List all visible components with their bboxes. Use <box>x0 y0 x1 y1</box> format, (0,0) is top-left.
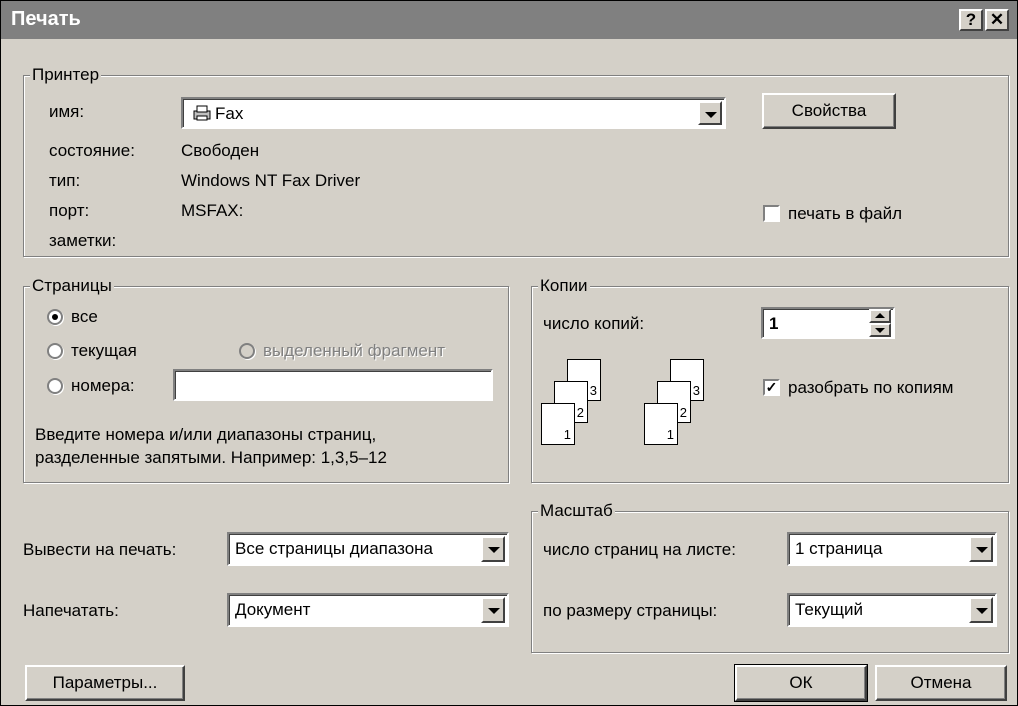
copies-count-value: 1 <box>769 314 779 333</box>
pages-numbers-label[interactable]: номера: <box>71 376 135 396</box>
pages-all-radio[interactable] <box>47 309 63 325</box>
pages-current-radio[interactable] <box>47 343 63 359</box>
printer-type-value: Windows NT Fax Driver <box>181 171 361 190</box>
print-value: Документ <box>235 600 311 619</box>
printer-name-combo[interactable]: Fax <box>181 97 726 129</box>
pages-per-sheet-value: 1 страница <box>795 539 883 558</box>
print-dropdown-icon[interactable] <box>481 597 505 623</box>
printer-port-value: MSFAX: <box>181 201 244 220</box>
fax-printer-icon <box>191 104 213 127</box>
cancel-button[interactable]: Отмена <box>875 665 1007 701</box>
scale-to-paper-label: по размеру страницы: <box>543 601 718 620</box>
printer-type-label: тип: <box>49 171 81 190</box>
spin-down-icon[interactable] <box>869 323 891 337</box>
copies-count-spinner[interactable]: 1 <box>761 307 895 339</box>
printer-status-value: Свободен <box>181 141 260 160</box>
zoom-group-label: Масштаб <box>538 501 615 521</box>
print-to-file-checkbox[interactable] <box>763 205 780 222</box>
spin-up-icon[interactable] <box>869 309 891 323</box>
print-what-value: Все страницы диапазона <box>235 539 434 558</box>
scale-to-paper-dropdown-icon[interactable] <box>969 597 993 623</box>
title-bar: Печать ? ✕ <box>1 1 1017 39</box>
printer-notes-label: заметки: <box>49 231 117 250</box>
pages-current-label[interactable]: текущая <box>71 341 137 361</box>
printer-port-label: порт: <box>49 201 90 220</box>
pages-selection-radio[interactable] <box>239 343 255 359</box>
print-label: Напечатать: <box>23 601 119 620</box>
pages-per-sheet-combo[interactable]: 1 страница <box>787 532 997 566</box>
pages-hint-line1: Введите номера и/или диапазоны страниц, <box>35 425 377 444</box>
scale-to-paper-value: Текущий <box>795 600 863 619</box>
print-dialog: Печать ? ✕ Принтер имя: Fax Свойства сос… <box>0 0 1018 706</box>
pages-per-sheet-label: число страниц на листе: <box>543 540 736 559</box>
print-what-label: Вывести на печать: <box>23 540 177 559</box>
pages-numbers-input[interactable] <box>173 369 493 401</box>
copies-group-label: Копии <box>538 276 590 296</box>
printer-status-label: состояние: <box>49 141 135 160</box>
printer-name-label: имя: <box>49 102 85 121</box>
pages-group-label: Страницы <box>30 276 114 296</box>
options-button[interactable]: Параметры... <box>25 665 185 701</box>
collate-checkbox[interactable]: ✓ <box>763 379 780 396</box>
pages-hint-line2: разделенные запятыми. Например: 1,3,5–12 <box>35 448 387 467</box>
pages-all-label[interactable]: все <box>71 307 98 327</box>
copies-count-label: число копий: <box>543 314 645 333</box>
printer-name-value: Fax <box>215 104 244 123</box>
close-button[interactable]: ✕ <box>985 9 1009 31</box>
print-to-file-label[interactable]: печать в файл <box>788 204 902 224</box>
print-what-dropdown-icon[interactable] <box>481 536 505 562</box>
collate-page-b1: 1 <box>644 403 678 445</box>
printer-group-label: Принтер <box>30 65 102 85</box>
print-what-combo[interactable]: Все страницы диапазона <box>227 532 509 566</box>
dialog-title: Печать <box>11 8 81 30</box>
print-combo[interactable]: Документ <box>227 593 509 627</box>
collate-page-a1: 1 <box>541 403 575 445</box>
pages-selection-label[interactable]: выделенный фрагмент <box>263 341 445 361</box>
scale-to-paper-combo[interactable]: Текущий <box>787 593 997 627</box>
ok-button[interactable]: ОК <box>734 664 868 702</box>
pages-numbers-radio[interactable] <box>47 378 63 394</box>
collate-label[interactable]: разобрать по копиям <box>788 378 953 398</box>
pages-per-sheet-dropdown-icon[interactable] <box>969 536 993 562</box>
printer-name-dropdown-icon[interactable] <box>698 101 722 125</box>
help-button[interactable]: ? <box>959 9 983 31</box>
properties-button[interactable]: Свойства <box>762 93 896 129</box>
